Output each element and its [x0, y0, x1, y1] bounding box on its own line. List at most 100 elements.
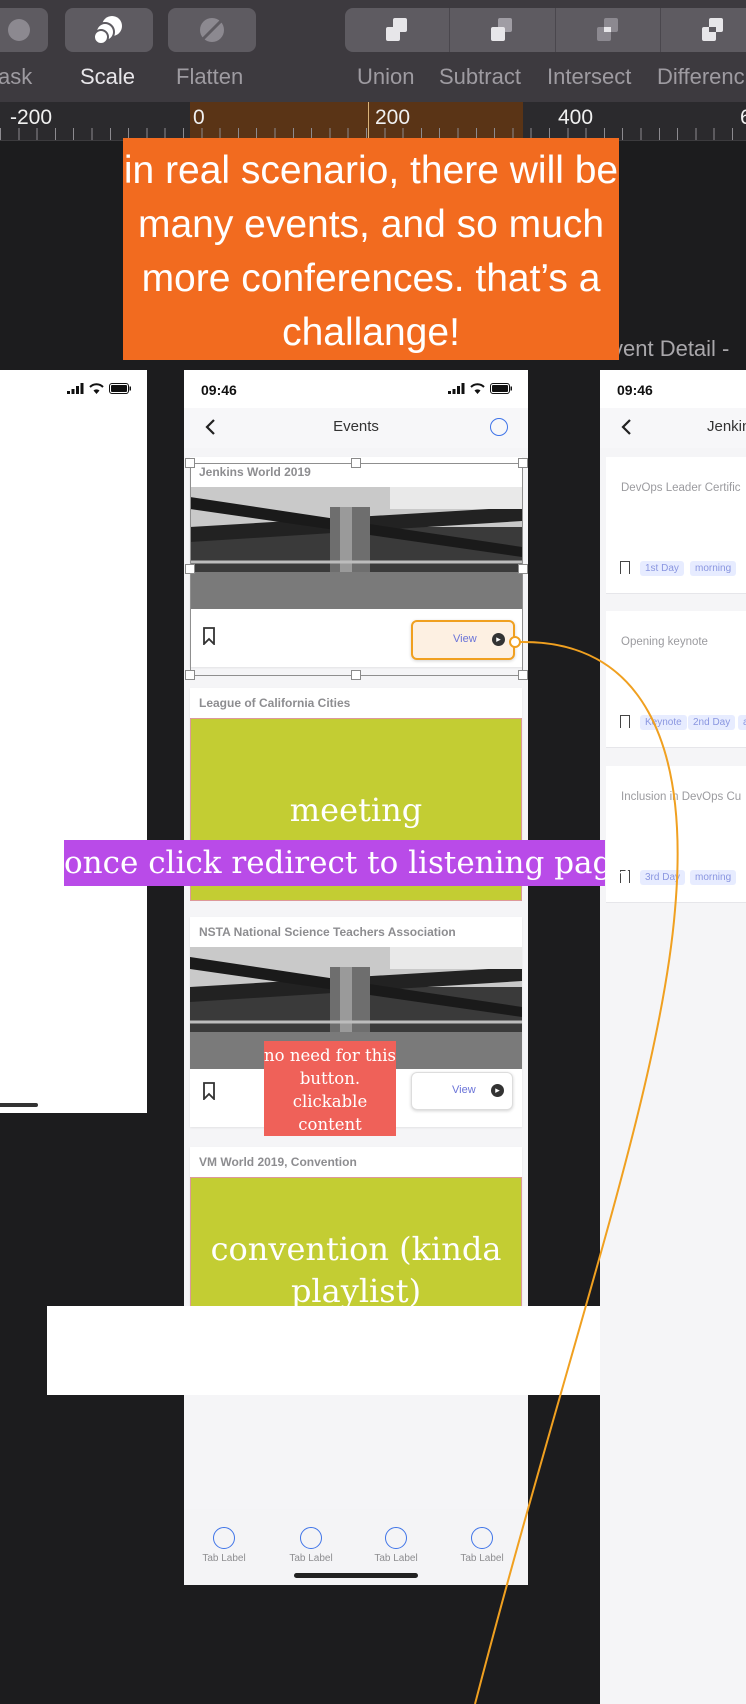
- resize-handle[interactable]: [518, 564, 528, 574]
- left-artboard[interactable]: [0, 370, 147, 1113]
- event-card-title: Jenkins World 2019: [199, 465, 311, 479]
- status-time: 09:46: [201, 382, 237, 398]
- tab-label: Tab Label: [460, 1553, 504, 1564]
- scale-label: Scale: [80, 64, 136, 89]
- sticky-note-purple[interactable]: once click redirect to listening page: [64, 840, 631, 886]
- intersect-label: Intersect: [547, 64, 632, 89]
- status-bar: 09:46: [600, 370, 746, 408]
- event-image: [190, 487, 522, 609]
- sticky-note-text: no need for this button. clickable conte…: [264, 1046, 396, 1134]
- signal-icon: [448, 383, 465, 394]
- session-item[interactable]: Opening keynote Keynote 2nd Day af: [606, 611, 746, 748]
- resize-handle[interactable]: [185, 670, 195, 680]
- resize-handle[interactable]: [518, 458, 528, 468]
- ruler-label: 200: [375, 106, 411, 129]
- flatten-button[interactable]: [168, 8, 256, 52]
- session-tag: 2nd Day: [688, 715, 736, 730]
- events-artboard[interactable]: 09:46 Events Jenkins World 2019 View ▸ L…: [184, 370, 528, 1585]
- nav-action-circle-icon[interactable]: [490, 418, 508, 436]
- event-card-title: VM World 2019, Convention: [199, 1155, 357, 1169]
- artboard-title-event-detail[interactable]: vent Detail -: [612, 336, 729, 362]
- blank-rectangle[interactable]: [47, 1306, 600, 1395]
- tab-label: Tab Label: [374, 1553, 418, 1564]
- back-chevron-icon[interactable]: [620, 418, 632, 436]
- mask-button[interactable]: [0, 8, 48, 52]
- ruler-label: 400: [558, 106, 594, 129]
- ruler-label: 6: [740, 106, 746, 129]
- tab-item[interactable]: Tab Label: [189, 1527, 259, 1564]
- horizontal-ruler[interactable]: -200 0 200 400 6: [0, 102, 746, 141]
- detail-nav-title: Jenkin: [707, 418, 746, 435]
- subtract-button[interactable]: [450, 8, 556, 52]
- status-time: 09:46: [617, 382, 653, 398]
- page-title: Events: [333, 418, 379, 435]
- intersect-icon: [596, 18, 618, 41]
- event-detail-artboard[interactable]: 09:46 Jenkin DevOps Leader Certific 1st …: [600, 370, 746, 1704]
- sticky-note-text: in real scenario, there will be many eve…: [123, 149, 619, 354]
- session-tag: 1st Day: [640, 561, 684, 576]
- session-tag: Keynote: [640, 715, 687, 730]
- union-label: Union: [357, 64, 415, 89]
- view-button-label: View: [453, 633, 477, 645]
- bookmark-icon[interactable]: [202, 1082, 216, 1100]
- nav-bar: Events: [184, 408, 528, 448]
- session-tag: morning: [690, 561, 737, 576]
- tab-item[interactable]: Tab Label: [276, 1527, 346, 1564]
- scale-icon: [93, 16, 122, 45]
- resize-handle[interactable]: [351, 670, 361, 680]
- session-title: DevOps Leader Certific: [621, 482, 741, 494]
- session-item[interactable]: DevOps Leader Certific 1st Day morning: [606, 457, 746, 594]
- union-button[interactable]: [345, 8, 451, 52]
- difference-label: Differenc: [657, 64, 745, 89]
- difference-button[interactable]: [661, 8, 746, 52]
- bookmark-icon[interactable]: [202, 627, 216, 645]
- status-icons: [67, 383, 131, 394]
- bookmark-icon[interactable]: [620, 715, 630, 728]
- session-title: Opening keynote: [621, 636, 708, 648]
- subtract-icon: [491, 18, 513, 41]
- wifi-icon: [470, 383, 485, 394]
- difference-icon: [701, 18, 723, 41]
- tab-circle-icon: [213, 1527, 235, 1549]
- sticky-note-text: once click redirect to listening page: [64, 845, 631, 881]
- event-card[interactable]: Jenkins World 2019 View ▸: [190, 457, 522, 667]
- home-indicator: [0, 1103, 38, 1107]
- arrow-right-icon: ▸: [491, 1084, 504, 1097]
- resize-handle[interactable]: [351, 458, 361, 468]
- sticky-note-orange[interactable]: in real scenario, there will be many eve…: [123, 138, 619, 360]
- meeting-overlay-text: meeting: [289, 791, 423, 829]
- toolbar: ask Scale Flatten Union Subtract Interse…: [0, 0, 746, 102]
- tab-circle-icon: [385, 1527, 407, 1549]
- session-tag: morning: [690, 870, 737, 885]
- wifi-icon: [89, 383, 104, 394]
- resize-handle[interactable]: [185, 458, 195, 468]
- boolean-ops-group: [345, 8, 746, 52]
- battery-icon: [490, 383, 512, 394]
- scale-button[interactable]: [65, 8, 153, 52]
- events-list[interactable]: Jenkins World 2019 View ▸ League of Cali…: [184, 448, 528, 1585]
- view-button[interactable]: View ▸: [411, 620, 515, 660]
- signal-icon: [67, 383, 84, 394]
- sticky-note-red[interactable]: no need for this button. clickable conte…: [264, 1041, 396, 1136]
- arrow-right-icon: ▸: [492, 633, 505, 646]
- session-item[interactable]: Inclusion in DevOps Cu 3rd Day morning: [606, 766, 746, 903]
- union-icon: [386, 18, 408, 41]
- tab-label: Tab Label: [202, 1553, 246, 1564]
- intersect-button[interactable]: [556, 8, 661, 52]
- tab-circle-icon: [300, 1527, 322, 1549]
- tab-item[interactable]: Tab Label: [447, 1527, 517, 1564]
- resize-handle[interactable]: [518, 670, 528, 680]
- ruler-marker: [368, 102, 369, 140]
- status-bar: [0, 370, 147, 408]
- status-icons: [448, 383, 512, 394]
- session-list[interactable]: DevOps Leader Certific 1st Day morning O…: [600, 448, 746, 1704]
- tab-item[interactable]: Tab Label: [361, 1527, 431, 1564]
- subtract-label: Subtract: [439, 64, 521, 89]
- resize-handle[interactable]: [185, 564, 195, 574]
- ruler-label: 0: [193, 106, 205, 129]
- bookmark-icon[interactable]: [620, 561, 630, 574]
- view-button[interactable]: View ▸: [411, 1072, 513, 1110]
- event-card-title: NSTA National Science Teachers Associati…: [199, 925, 456, 939]
- view-button-label: View: [452, 1084, 476, 1096]
- battery-icon: [109, 383, 131, 394]
